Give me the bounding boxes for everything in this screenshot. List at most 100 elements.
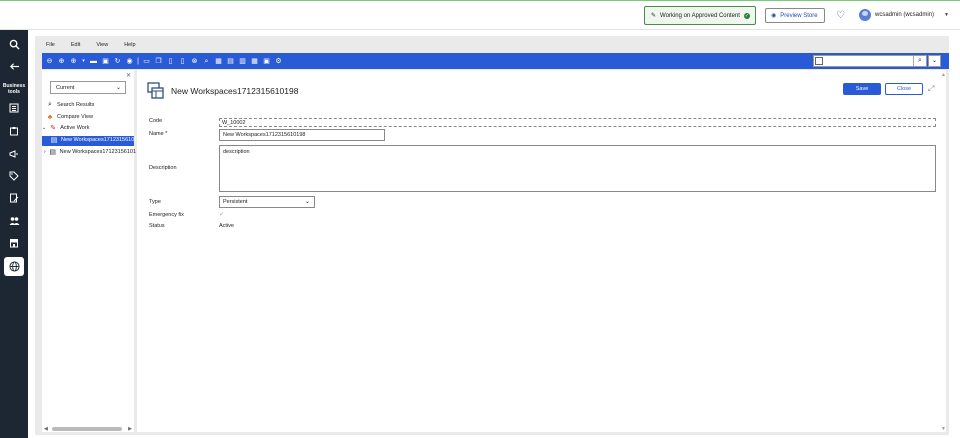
preview-store-button[interactable]: ◉ Preview Store: [765, 8, 825, 23]
preview-store-label: Preview Store: [780, 12, 818, 19]
type-select-value: Persistent: [223, 199, 248, 205]
eye-icon: ◉: [771, 13, 777, 19]
scroll-right-icon[interactable]: ▶: [128, 426, 132, 432]
description-label: Description: [149, 165, 177, 171]
description-field[interactable]: description: [219, 145, 936, 192]
dropdown-caret-icon[interactable]: ▾: [81, 57, 86, 66]
catalog-icon[interactable]: [8, 102, 20, 114]
status-value: Active: [219, 223, 234, 229]
chevron-down-icon: ⌄: [304, 199, 310, 205]
store-icon[interactable]: [8, 237, 20, 249]
maximize-icon[interactable]: ⤢: [928, 84, 934, 94]
copy-icon[interactable]: ❐: [154, 57, 163, 66]
find-icon[interactable]: ⌕: [202, 57, 211, 66]
scroll-left-icon[interactable]: ◀: [44, 426, 48, 432]
active-work-icon: ✎: [50, 125, 57, 132]
menu-edit[interactable]: Edit: [71, 42, 80, 48]
save-button[interactable]: Save: [843, 83, 881, 95]
magnifier-icon: ⌕: [48, 101, 52, 108]
nav-item-label: Active Work: [60, 125, 90, 131]
scroll-up-icon[interactable]: ▲: [941, 72, 946, 78]
edit-pencil-icon: ✎: [651, 13, 657, 19]
approved-content-badge[interactable]: ✎ Working on Approved Content ✓: [644, 6, 756, 25]
search-icon[interactable]: [8, 38, 20, 50]
refresh-icon[interactable]: ↻: [113, 57, 122, 66]
check-circle-icon: ✓: [743, 12, 750, 19]
forward-icon[interactable]: ⊕: [57, 57, 66, 66]
nav-item-active-work[interactable]: ⌄ ✎ Active Work: [42, 124, 89, 132]
vertical-scrollbar[interactable]: ▲ ▼: [941, 72, 946, 432]
chevron-down-icon[interactable]: ▼: [944, 12, 949, 18]
separator-icon: |: [137, 57, 139, 65]
name-label: Name *: [149, 131, 168, 137]
status-label: Status: [149, 223, 165, 229]
left-rail: Business tools: [0, 0, 28, 438]
nav-item-label: Compare View: [57, 114, 93, 120]
list-view-icon[interactable]: ▤: [226, 57, 235, 66]
panel-icon[interactable]: ▣: [262, 57, 271, 66]
globe-icon[interactable]: [8, 260, 20, 272]
monitor-icon[interactable]: ▭: [142, 57, 151, 66]
menu-view[interactable]: View: [96, 42, 108, 48]
menu-help[interactable]: Help: [124, 42, 135, 48]
search-icon[interactable]: ⌕: [913, 56, 926, 66]
workspace-icon: ▤: [50, 137, 58, 144]
code-field: W_10002: [219, 118, 936, 127]
nav-item-label: New Workspaces17123156101: [61, 137, 138, 143]
delete-icon[interactable]: ⊗: [190, 57, 199, 66]
scrollbar-thumb[interactable]: [52, 427, 122, 431]
nav-item-search-results[interactable]: ⌕ Search Results: [46, 101, 94, 109]
grid-view-icon[interactable]: ▦: [214, 57, 223, 66]
username-label[interactable]: wcsadmin (wcsadmin): [875, 12, 934, 18]
type-label: Type: [149, 199, 161, 205]
workspace-icon: ▤: [49, 149, 56, 156]
close-button[interactable]: Close: [885, 83, 923, 95]
name-field[interactable]: New Workspaces1712315610198: [219, 129, 385, 141]
paste-icon[interactable]: ▯: [178, 57, 187, 66]
workspace-icon: [147, 82, 164, 99]
open-folder-icon[interactable]: ▬: [89, 57, 98, 66]
promotions-tag-icon[interactable]: [8, 170, 20, 182]
nav-item-label: New Workspaces17123156101: [59, 149, 137, 155]
view-select[interactable]: Current ⌄: [50, 81, 126, 94]
new-icon[interactable]: ⊕: [69, 57, 78, 66]
view-select-value: Current: [56, 85, 75, 91]
nav-item-workspace-2[interactable]: › ▤ New Workspaces17123156101: [44, 148, 136, 156]
customers-icon[interactable]: [8, 215, 20, 227]
compare-icon: ♣: [47, 113, 53, 121]
expand-chevron-icon: ›: [44, 149, 46, 155]
close-pane-icon[interactable]: ✕: [126, 72, 131, 79]
menu-bar: File Edit View Help: [35, 38, 949, 52]
emergency-fix-checkbox[interactable]: ✓: [219, 212, 226, 219]
content-edit-icon[interactable]: [8, 192, 20, 204]
clipboard-icon[interactable]: ▯: [166, 57, 175, 66]
nav-item-label: Search Results: [57, 102, 95, 108]
collapse-chevron-icon: ⌄: [42, 125, 47, 131]
emergency-fix-label: Emergency fix: [149, 212, 184, 218]
code-label: Code: [149, 118, 163, 124]
table-icon[interactable]: ▦: [250, 57, 259, 66]
orders-icon[interactable]: [8, 125, 20, 137]
stop-icon[interactable]: ◉: [125, 57, 134, 66]
scroll-down-icon[interactable]: ▼: [941, 426, 946, 432]
horizontal-scrollbar[interactable]: ◀ ▶: [42, 426, 134, 432]
chevron-down-icon: ⌄: [115, 85, 121, 91]
favorites-heart-icon[interactable]: ♡: [836, 10, 845, 21]
nav-item-workspace-1[interactable]: ▤ New Workspaces17123156101: [50, 136, 138, 144]
business-tools-label: Business tools: [2, 83, 26, 95]
toolbar-search-input[interactable]: [813, 55, 927, 67]
menu-file[interactable]: File: [46, 42, 55, 48]
nav-item-compare-view[interactable]: ♣ Compare View: [46, 113, 93, 121]
layout-icon[interactable]: ▥: [238, 57, 247, 66]
save-icon[interactable]: ▣: [101, 57, 110, 66]
back-arrow-icon[interactable]: [8, 60, 20, 72]
search-scope-icon[interactable]: [815, 57, 823, 65]
approved-content-label: Working on Approved Content: [660, 12, 740, 19]
back-icon[interactable]: ⊖: [45, 57, 54, 66]
page-title: New Workspaces1712315610198: [171, 86, 299, 96]
marketing-icon[interactable]: [8, 148, 20, 160]
settings-gear-icon[interactable]: ⚙: [274, 57, 283, 66]
avatar[interactable]: [859, 9, 871, 21]
type-select[interactable]: Persistent ⌄: [219, 196, 315, 208]
search-dropdown-chevron-icon[interactable]: ⌄: [928, 55, 941, 67]
